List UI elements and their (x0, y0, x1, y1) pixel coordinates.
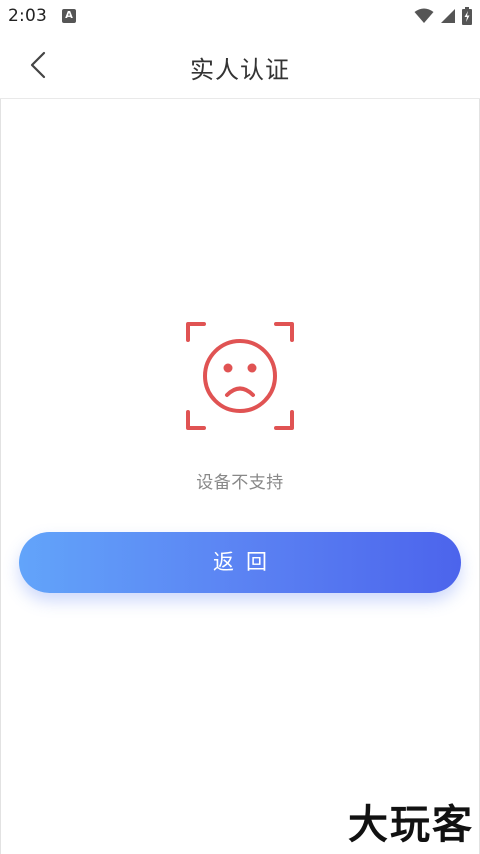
battery-icon (462, 7, 472, 25)
top-nav-bar: 实人认证 (0, 32, 480, 99)
return-button[interactable]: 返回 (19, 532, 461, 593)
signal-icon (441, 9, 455, 23)
page-title: 实人认证 (190, 56, 290, 84)
status-message: 设备不支持 (196, 473, 284, 493)
wifi-icon (414, 8, 434, 23)
status-time: 2:03 (8, 6, 47, 26)
watermark-logo: 大玩客 (348, 802, 474, 848)
left-edge (0, 0, 1, 854)
status-bar: 2:03 A (0, 0, 480, 32)
return-button-label: 返回 (213, 550, 279, 574)
sad-face-icon (186, 322, 294, 430)
status-icons (414, 6, 472, 26)
a-notification-icon: A (62, 9, 76, 23)
